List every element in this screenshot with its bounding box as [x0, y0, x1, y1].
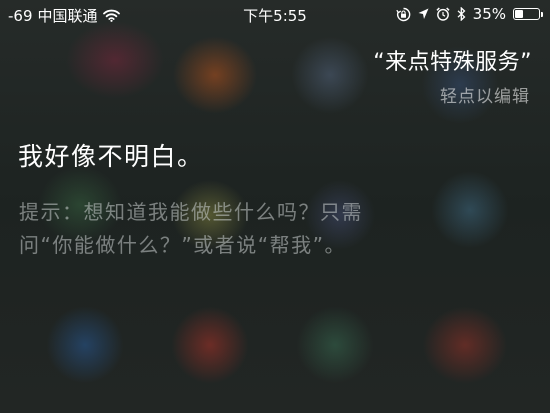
- siri-response-text: 我好像不明白。: [18, 142, 204, 171]
- siri-hint: 提示：想知道我能做些什么吗？只需 问“你能做什么？”或者说“帮我”。: [19, 196, 459, 262]
- status-bar: -69 中国联通 下午5:55 35%: [0, 0, 550, 28]
- rotation-lock-icon: [395, 7, 411, 22]
- battery-percent: 35%: [472, 5, 506, 23]
- bluetooth-icon: [457, 7, 466, 21]
- status-right: 35%: [395, 5, 543, 23]
- siri-query-text[interactable]: “来点特殊服务”: [373, 44, 532, 76]
- alarm-clock-icon: [436, 7, 450, 21]
- tap-to-edit-label[interactable]: 轻点以编辑: [440, 82, 530, 107]
- siri-hint-line-1: 提示：想知道我能做些什么吗？只需: [19, 200, 363, 224]
- battery-level-fill: [515, 10, 524, 18]
- siri-hint-line-2: 问“你能做什么？”或者说“帮我”。: [19, 233, 346, 257]
- battery-icon: [513, 8, 543, 20]
- location-arrow-icon: [418, 8, 429, 20]
- siri-screen: -69 中国联通 下午5:55 35% “来点特殊服务” 轻点以编辑 我好像不明…: [0, 0, 550, 413]
